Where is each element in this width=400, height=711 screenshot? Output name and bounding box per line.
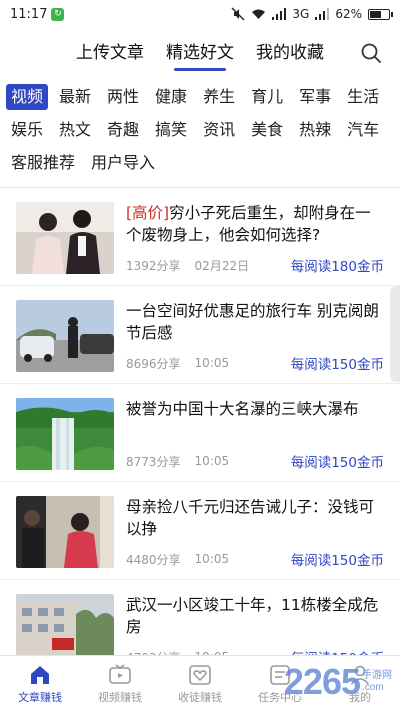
watermark-side: 手游网 .com [362,670,392,694]
price-tag: [高价] [126,204,170,222]
top-tab-0[interactable]: 上传文章 [76,38,144,69]
top-tab-2[interactable]: 我的收藏 [256,38,324,69]
share-count: 8696分享 [126,356,181,371]
clock: 11:17 [10,6,48,22]
mute-icon [231,7,245,21]
publish-time: 10:05 [194,552,230,566]
publish-time: 10:05 [194,356,230,370]
category-chip[interactable]: 娱乐 [6,117,48,143]
article-meta: 4480分享 10:05 每阅读150金币 [126,549,384,569]
category-chip[interactable]: 搞笑 [150,117,192,143]
status-bar: 11:17 ↻ 3G 62% [0,0,400,28]
category-chip[interactable]: 奇趣 [102,117,144,143]
category-chip[interactable]: 养生 [198,84,240,110]
article-thumbnail [16,398,114,470]
article-title: 武汉一小区竣工十年，11栋楼全成危房 [126,596,379,636]
heart-box-icon [189,664,211,685]
reward-label: 每阅读150金币 [290,357,384,373]
category-chip[interactable]: 汽车 [342,117,384,143]
category-bar: 视频 最新 两性 健康 养生 育儿 军事 生活娱乐 热文 奇趣 搞笑 资讯 美食 热辣 汽车客服推荐 用户导入 [0,78,400,181]
network-type: 3G [292,7,310,21]
reward-label: 每阅读150金币 [290,455,384,471]
watermark-site: 手游网 [362,670,392,681]
status-left: 11:17 ↻ [10,6,65,22]
reward-label: 每阅读150金币 [290,553,384,569]
notification-app-icon: ↻ [51,7,65,21]
watermark-number: 2265 [283,661,361,702]
article-info: 被誉为中国十大名瀑的三峡大瀑布 8773分享 10:05 每阅读150金币 [126,398,384,471]
category-chip[interactable]: 军事 [294,84,336,110]
category-chip[interactable]: 资讯 [198,117,240,143]
article-meta: 8696分享 10:05 每阅读150金币 [126,353,384,373]
article-item[interactable]: 母亲捡八千元归还告诫儿子：没钱可以挣 4480分享 10:05 每阅读150金币 [0,482,400,580]
article-title: 被誉为中国十大名瀑的三峡大瀑布 [126,400,359,418]
article-title: 一台空间好优惠足的旅行车 别克阅朗节后感 [126,302,379,342]
article-list: [高价]穷小子死后重生，却附身在一个废物身上，他会如何选择? 1392分享 02… [0,188,400,678]
article-thumbnail [16,300,114,372]
publish-time: 10:05 [194,454,230,468]
watermark-logo: 2265 手游网 .com [284,661,392,703]
nav-video-earn[interactable]: 视频赚钱 [80,656,160,711]
status-right: 3G 62% [231,7,393,21]
home-icon [31,665,49,684]
nav-label: 文章赚钱 [18,690,62,704]
share-count: 1392分享 [126,258,181,273]
category-chip[interactable]: 视频 [6,84,49,110]
nav-label: 收徒赚钱 [178,690,222,704]
category-chip[interactable]: 生活 [342,84,384,110]
signal-icon-2 [315,8,330,20]
wifi-icon [252,9,266,19]
share-count: 4480分享 [126,552,181,567]
battery-percent: 62% [335,7,362,21]
category-chip[interactable]: 两性 [102,84,144,110]
top-tab-1[interactable]: 精选好文 [166,38,234,71]
category-chip[interactable]: 最新 [54,84,96,110]
article-meta: 1392分享 02月22日 每阅读180金币 [126,255,384,276]
article-item[interactable]: [高价]穷小子死后重生，却附身在一个废物身上，他会如何选择? 1392分享 02… [0,188,400,286]
article-item[interactable]: 一台空间好优惠足的旅行车 别克阅朗节后感 8696分享 10:05 每阅读150… [0,286,400,384]
article-info: 母亲捡八千元归还告诫儿子：没钱可以挣 4480分享 10:05 每阅读150金币 [126,496,384,569]
tv-icon [109,663,131,684]
category-chip[interactable]: 健康 [150,84,192,110]
top-tabs: 上传文章 精选好文 我的收藏 [0,28,400,78]
category-chip[interactable]: 育儿 [246,84,288,110]
article-title: [高价]穷小子死后重生，却附身在一个废物身上，他会如何选择? [126,202,384,246]
article-info: [高价]穷小子死后重生，却附身在一个废物身上，他会如何选择? 1392分享 02… [126,202,384,275]
category-chip[interactable]: 热文 [54,117,96,143]
nav-article-earn[interactable]: 文章赚钱 [0,656,80,711]
top-tab-row: 上传文章 精选好文 我的收藏 [65,38,335,71]
category-chip[interactable]: 热辣 [294,117,336,143]
watermark-suffix: .com [362,682,384,693]
article-item[interactable]: 被誉为中国十大名瀑的三峡大瀑布 8773分享 10:05 每阅读150金币 [0,384,400,482]
nav-recruit-earn[interactable]: 收徒赚钱 [160,656,240,711]
share-count: 8773分享 [126,454,181,469]
publish-time: 02月22日 [194,258,250,273]
search-icon[interactable] [360,42,382,64]
category-chip[interactable]: 美食 [246,117,288,143]
article-meta: 8773分享 10:05 每阅读150金币 [126,451,384,471]
reward-label: 每阅读180金币 [290,259,384,275]
article-info: 一台空间好优惠足的旅行车 别克阅朗节后感 8696分享 10:05 每阅读150… [126,300,384,373]
category-chip[interactable]: 客服推荐 [6,150,80,176]
signal-icon [272,8,287,20]
article-thumbnail [16,496,114,568]
battery-icon [368,8,393,20]
article-thumbnail [16,202,114,274]
nav-label: 视频赚钱 [98,690,142,704]
article-title: 母亲捡八千元归还告诫儿子：没钱可以挣 [126,498,375,538]
category-chip[interactable]: 用户导入 [86,150,160,176]
side-drawer-handle[interactable] [390,286,400,382]
